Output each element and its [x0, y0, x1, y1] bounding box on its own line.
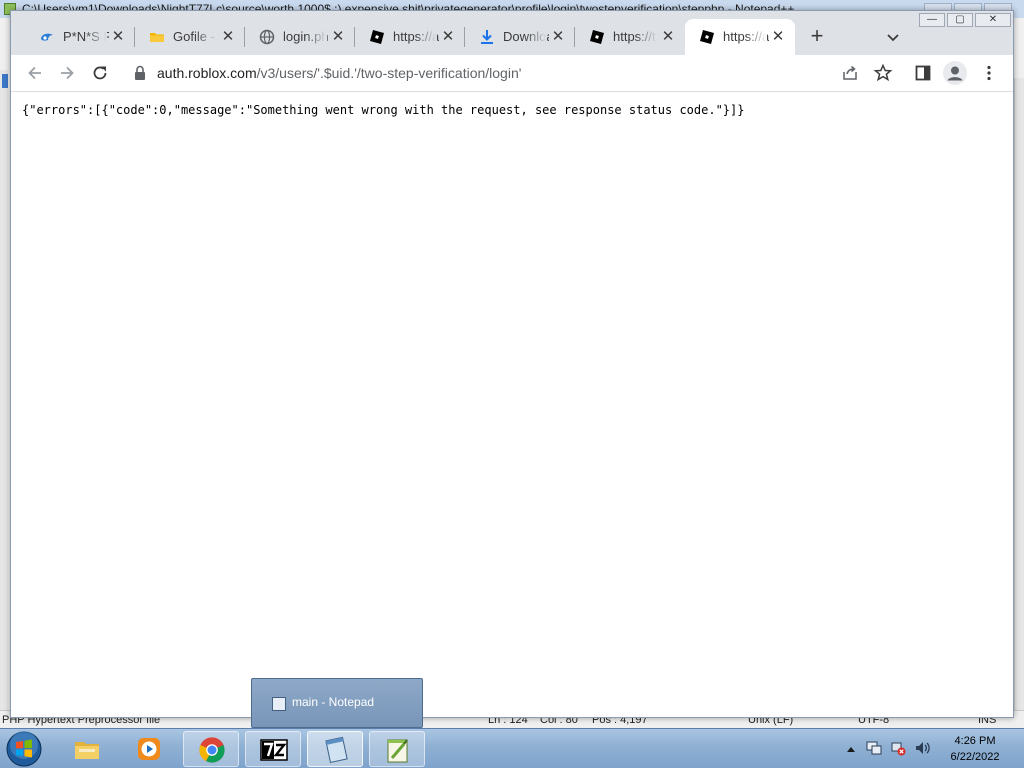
side-panel-icon[interactable] [911, 61, 935, 85]
chrome-window-controls: — ▢ ✕ [917, 11, 1013, 31]
roblox-icon [369, 29, 385, 45]
tab-pns[interactable]: P*N*S R... ✕ [25, 19, 135, 55]
notepad-plus-plus-icon [384, 736, 412, 764]
chevron-down-icon[interactable] [883, 27, 903, 47]
tab-roblox-1[interactable]: https://a ✕ [355, 19, 465, 55]
share-icon[interactable] [841, 64, 859, 82]
address-bar[interactable]: auth.roblox.com/v3/users/'.$uid.'/two-st… [123, 60, 903, 86]
url-text[interactable]: auth.roblox.com/v3/users/'.$uid.'/two-st… [157, 64, 521, 82]
clock-time: 4:26 PM [954, 735, 996, 747]
taskbar-chrome[interactable] [183, 731, 239, 767]
tab-fade [85, 25, 107, 49]
notepadpp-toolbar-edge [0, 70, 8, 710]
taskbar-explorer[interactable] [59, 731, 115, 767]
lock-icon[interactable] [131, 64, 149, 82]
tab-fade [305, 25, 327, 49]
close-icon[interactable]: ✕ [329, 28, 347, 46]
new-tab-button[interactable]: + [805, 25, 829, 49]
browser-toolbar: auth.roblox.com/v3/users/'.$uid.'/two-st… [11, 55, 1013, 92]
clock-date: 6/22/2022 [950, 751, 1000, 763]
url-path: /v3/users/'.$uid.'/two-step-verification… [256, 65, 522, 81]
taskbar-thumbnail-preview[interactable]: main - Notepad [251, 678, 423, 728]
taskbar-clock[interactable]: 4:26 PM 6/22/2022 [940, 733, 1010, 765]
notepad-icon [272, 697, 286, 711]
notepad-icon [322, 736, 350, 764]
7zip-icon [260, 736, 288, 764]
json-response-text: {"errors":[{"code":0,"message":"Somethin… [22, 103, 745, 117]
tab-fade [415, 25, 437, 49]
chrome-window: P*N*S R... ✕ Gofile - F ✕ login.php ✕ [10, 10, 1014, 718]
profile-avatar[interactable] [943, 61, 967, 85]
tab-login-php[interactable]: login.php ✕ [245, 19, 355, 55]
tab-fade [635, 25, 657, 49]
url-host: auth.roblox.com [157, 65, 257, 81]
roblox-icon [589, 29, 605, 45]
tab-fade [745, 25, 767, 49]
close-icon[interactable]: ✕ [109, 28, 127, 46]
notepadpp-scrollbar[interactable] [1014, 78, 1024, 710]
tab-roblox-active[interactable]: https://a ✕ [685, 19, 795, 55]
tab-gofile[interactable]: Gofile - F ✕ [135, 19, 245, 55]
thumbnail-label: main - Notepad [292, 695, 375, 709]
pns-favicon-icon [39, 29, 55, 45]
back-button[interactable] [23, 61, 47, 85]
taskbar-media-player[interactable] [121, 731, 177, 767]
roblox-icon [699, 29, 715, 45]
forward-button[interactable] [55, 61, 79, 85]
globe-icon [259, 29, 275, 45]
tab-download[interactable]: Download ✕ [465, 19, 575, 55]
start-button[interactable] [4, 730, 44, 768]
folder-icon [149, 29, 165, 45]
close-icon[interactable]: ✕ [549, 28, 567, 46]
tab-roblox-2[interactable]: https://t ✕ [575, 19, 685, 55]
page-content: {"errors":[{"code":0,"message":"Somethin… [11, 92, 1013, 717]
tab-fade [195, 25, 217, 49]
network-error-icon[interactable] [890, 740, 906, 756]
taskbar-7zip[interactable] [245, 731, 301, 767]
notepadpp-tab-edge[interactable] [2, 74, 8, 88]
close-icon[interactable]: ✕ [659, 28, 677, 46]
show-hidden-icons-icon[interactable] [846, 742, 856, 752]
media-player-icon [135, 735, 163, 763]
windows-taskbar: 4:26 PM 6/22/2022 [0, 728, 1024, 768]
tab-strip: P*N*S R... ✕ Gofile - F ✕ login.php ✕ [11, 11, 1013, 55]
maximize-button[interactable]: ▢ [947, 13, 973, 27]
close-window-button[interactable]: ✕ [975, 13, 1011, 27]
volume-icon[interactable] [914, 740, 932, 756]
close-icon[interactable]: ✕ [439, 28, 457, 46]
action-center-icon[interactable] [866, 740, 882, 756]
folder-icon [73, 735, 101, 763]
close-icon[interactable]: ✕ [769, 28, 787, 46]
download-icon [479, 29, 495, 45]
minimize-button[interactable]: — [919, 13, 945, 27]
taskbar-notepad-plus-plus[interactable] [369, 731, 425, 767]
taskbar-notepad[interactable] [307, 731, 363, 767]
more-menu-icon[interactable] [977, 61, 1001, 85]
reload-button[interactable] [88, 61, 112, 85]
tab-fade [525, 25, 547, 49]
star-icon[interactable] [873, 63, 893, 83]
close-icon[interactable]: ✕ [219, 28, 237, 46]
chrome-icon [198, 736, 226, 764]
